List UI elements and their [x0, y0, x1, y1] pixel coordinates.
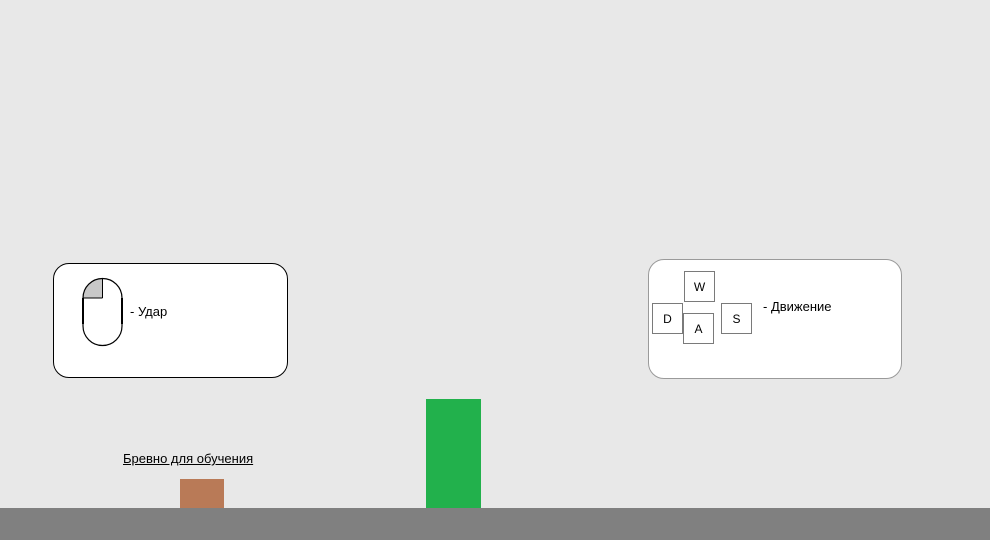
movement-control-hint-panel: W D A S - Движение [648, 259, 902, 379]
ground [0, 508, 990, 540]
training-log-label: Бревно для обучения [123, 451, 254, 466]
key-a: A [683, 313, 714, 344]
attack-hint-label: - Удар [130, 304, 168, 319]
player-character [426, 399, 481, 517]
key-d: D [652, 303, 683, 334]
key-w: W [684, 271, 715, 302]
movement-hint-label: - Движение [763, 299, 832, 314]
attack-control-hint-panel: - Удар [53, 263, 288, 378]
key-s: S [721, 303, 752, 334]
mouse-left-click-icon [82, 277, 123, 347]
